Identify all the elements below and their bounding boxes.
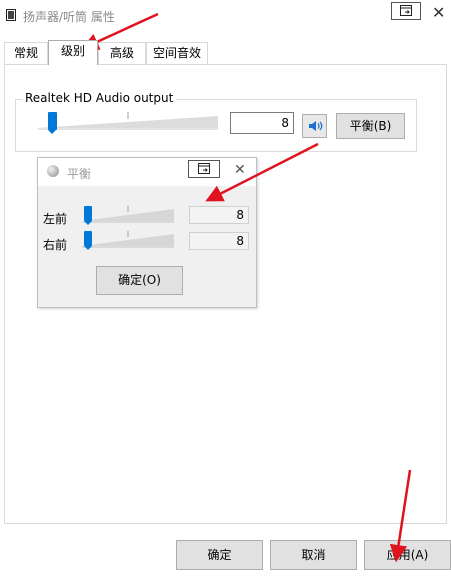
channel-label-left-front: 左前 <box>43 212 68 226</box>
volume-value-field[interactable]: 8 <box>230 112 294 134</box>
ok-button[interactable]: 确定 <box>176 540 263 570</box>
left-front-value-field[interactable]: 8 <box>189 206 249 224</box>
mute-button[interactable] <box>302 114 327 138</box>
right-front-value-field[interactable]: 8 <box>189 232 249 250</box>
channel-label-right-front: 右前 <box>43 238 68 252</box>
balance-dialog-title: 平衡 <box>67 167 92 181</box>
right-front-slider[interactable] <box>82 230 176 250</box>
right-front-slider-track <box>82 231 174 248</box>
right-front-slider-thumb[interactable] <box>84 231 92 250</box>
close-icon[interactable]: ✕ <box>234 163 246 177</box>
tab-spatial-sound[interactable]: 空间音效 <box>146 42 208 64</box>
left-front-slider-track <box>82 206 174 223</box>
left-front-slider[interactable] <box>82 205 176 225</box>
snap-icon <box>400 5 412 16</box>
tab-advanced[interactable]: 高级 <box>98 42 146 64</box>
window-title: 扬声器/听筒 属性 <box>23 10 115 24</box>
device-label: Realtek HD Audio output <box>22 91 177 105</box>
balance-ok-button[interactable]: 确定(O) <box>96 266 183 295</box>
snap-layout-button[interactable] <box>188 160 220 178</box>
left-front-slider-thumb[interactable] <box>84 206 92 225</box>
volume-slider-track <box>38 112 218 130</box>
tab-general[interactable]: 常规 <box>4 42 48 64</box>
volume-slider[interactable] <box>38 110 220 134</box>
snap-layout-button[interactable] <box>391 2 421 20</box>
snap-icon <box>198 163 210 174</box>
apply-button[interactable]: 应用(A) <box>364 540 451 570</box>
balance-dialog-titlebar: 平衡 ✕ <box>38 158 256 186</box>
speaker-app-icon <box>47 165 59 177</box>
title-bar: 扬声器/听筒 属性 ✕ <box>0 0 451 32</box>
close-icon[interactable]: ✕ <box>432 5 445 21</box>
cancel-button[interactable]: 取消 <box>270 540 357 570</box>
balance-dialog: 平衡 ✕ 左前 8 右前 8 确定(O) <box>37 157 257 308</box>
tab-strip: 常规 级别 高级 空间音效 <box>0 40 451 65</box>
volume-slider-thumb[interactable] <box>48 112 58 134</box>
balance-button[interactable]: 平衡(B) <box>336 113 405 139</box>
speaker-icon <box>309 121 323 131</box>
speaker-app-icon <box>6 9 16 21</box>
tab-levels[interactable]: 级别 <box>48 40 98 65</box>
